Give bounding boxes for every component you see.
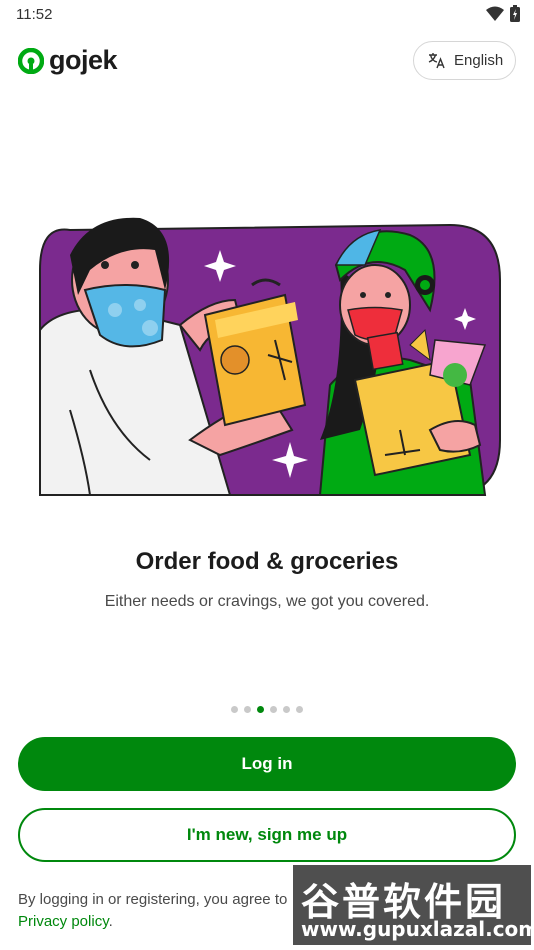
hero-illustration: [30, 210, 504, 510]
language-label: English: [454, 52, 504, 69]
legal-text-before: By logging in or registering, you agree …: [18, 891, 288, 908]
watermark: 谷普软件园 www.gupuxlazal.com: [293, 865, 534, 945]
translate-icon: [428, 53, 445, 69]
language-button[interactable]: English: [413, 41, 516, 80]
watermark-url: www.gupuxlazal.com: [301, 917, 534, 941]
onboarding-title: Order food & groceries: [135, 548, 399, 575]
pagination-dot[interactable]: [283, 706, 290, 713]
pagination-dot[interactable]: [296, 706, 303, 713]
pagination-dot[interactable]: [257, 706, 264, 713]
legal-text-after: .: [108, 913, 113, 930]
gojek-logo-icon: [18, 47, 44, 74]
onboarding-subtitle: Either needs or cravings, we got you cov…: [104, 593, 430, 610]
logo-text: gojek: [49, 45, 118, 75]
gojek-logo: gojek: [18, 45, 118, 76]
status-bar: 11:52: [0, 0, 534, 28]
food-delivery-illustration: [39, 217, 501, 496]
status-time: 11:52: [16, 6, 53, 23]
carousel-pagination: [0, 706, 534, 713]
pagination-dot[interactable]: [270, 706, 277, 713]
header: gojek English: [0, 40, 534, 82]
login-button[interactable]: Log in: [18, 737, 516, 791]
pagination-dot[interactable]: [244, 706, 251, 713]
status-icons: [486, 5, 520, 22]
battery-charging-icon: [510, 5, 520, 22]
wifi-icon: [486, 6, 504, 21]
signup-button[interactable]: I'm new, sign me up: [18, 808, 516, 862]
pagination-dot[interactable]: [231, 706, 238, 713]
privacy-policy-link[interactable]: Privacy policy: [18, 913, 109, 930]
